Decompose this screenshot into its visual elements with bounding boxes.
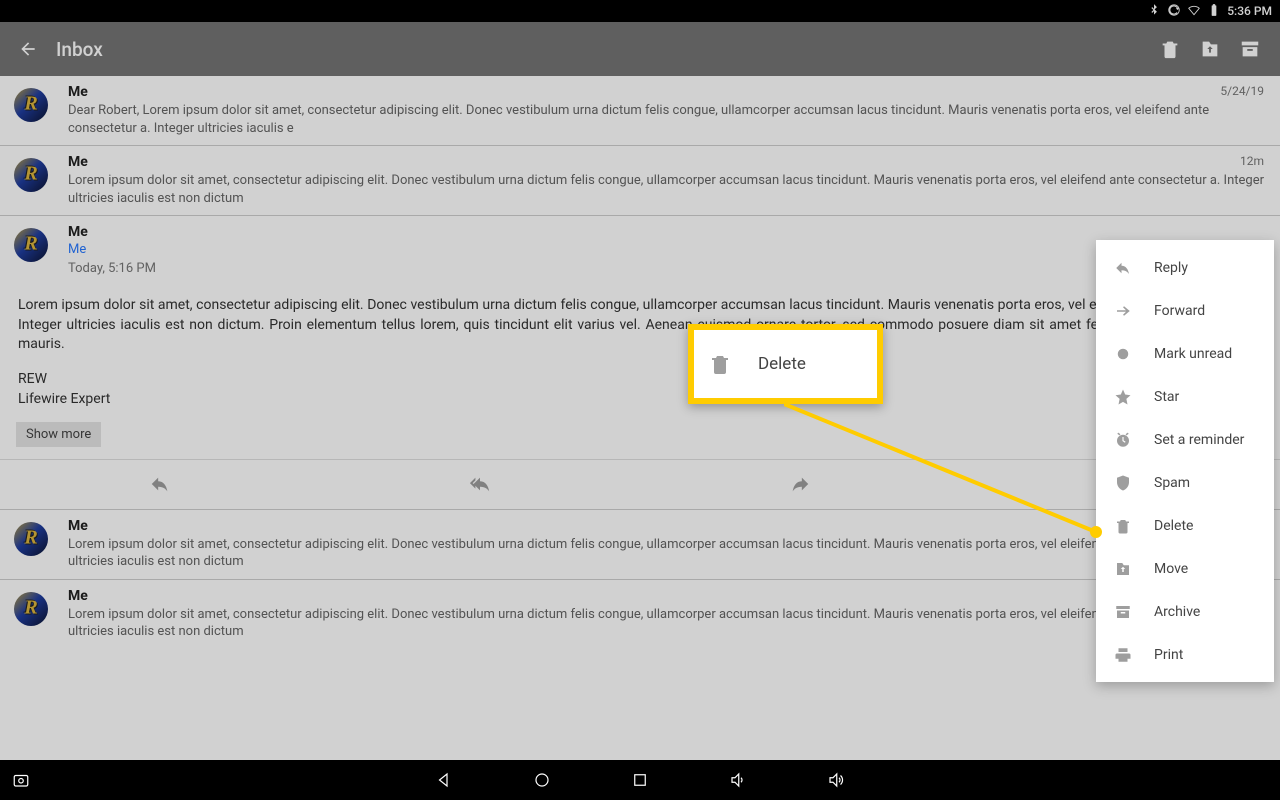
circle-icon [1112, 345, 1134, 363]
message-preview: Lorem ipsum dolor sit amet, consectetur … [68, 606, 1266, 641]
recipient: Me [68, 242, 1266, 257]
menu-move[interactable]: Move [1096, 547, 1274, 590]
message-date: Today, 5:16 PM [68, 261, 1266, 276]
avatar [14, 88, 48, 122]
message-list: Me Dear Robert, Lorem ipsum dolor sit am… [0, 76, 1280, 760]
menu-label: Spam [1154, 475, 1190, 491]
nav-volume-down-button[interactable] [729, 771, 747, 789]
toolbar-move-button[interactable] [1190, 29, 1230, 69]
avatar [14, 158, 48, 192]
callout-label: Delete [758, 354, 806, 374]
menu-reminder[interactable]: Set a reminder [1096, 418, 1274, 461]
forward-icon [1112, 302, 1134, 320]
nav-bar [0, 760, 1280, 800]
menu-label: Set a reminder [1154, 432, 1244, 448]
menu-archive[interactable]: Archive [1096, 590, 1274, 633]
menu-reply[interactable]: Reply [1096, 246, 1274, 289]
menu-label: Star [1154, 389, 1179, 405]
back-button[interactable] [10, 39, 46, 59]
star-icon [1112, 388, 1134, 406]
message-preview: Lorem ipsum dolor sit amet, consectetur … [68, 172, 1266, 207]
sender-name: Me [68, 154, 1266, 170]
toolbar-delete-button[interactable] [1150, 29, 1190, 69]
clock-icon [1112, 431, 1134, 449]
signature-line: Lifewire Expert [18, 389, 1262, 409]
toolbar-archive-button[interactable] [1230, 29, 1270, 69]
message-row[interactable]: Me Lorem ipsum dolor sit amet, consectet… [0, 580, 1280, 649]
message-preview: Lorem ipsum dolor sit amet, consectetur … [68, 536, 1266, 571]
menu-print[interactable]: Print [1096, 633, 1274, 676]
menu-forward[interactable]: Forward [1096, 289, 1274, 332]
forward-button[interactable] [640, 460, 960, 509]
avatar [14, 522, 48, 556]
message-time: 12m [1240, 154, 1264, 168]
message-row[interactable]: Me Lorem ipsum dolor sit amet, consectet… [0, 510, 1280, 580]
menu-delete[interactable]: Delete [1096, 504, 1274, 547]
signature-line: REW [18, 369, 1262, 389]
menu-label: Mark unread [1154, 346, 1232, 362]
nav-recent-button[interactable] [631, 771, 649, 789]
message-time: 5/24/19 [1220, 84, 1264, 98]
show-more-button[interactable]: Show more [16, 422, 101, 447]
menu-mark-unread[interactable]: Mark unread [1096, 332, 1274, 375]
nav-back-button[interactable] [435, 771, 453, 789]
signature: REW Lifewire Expert [0, 363, 1280, 422]
sync-icon [1167, 3, 1181, 20]
nav-home-button[interactable] [533, 771, 551, 789]
reply-all-button[interactable] [320, 460, 640, 509]
bluetooth-icon [1147, 3, 1161, 20]
menu-label: Archive [1154, 604, 1200, 620]
menu-label: Delete [1154, 518, 1193, 534]
menu-label: Print [1154, 647, 1183, 663]
shield-icon [1112, 474, 1134, 492]
menu-spam[interactable]: Spam [1096, 461, 1274, 504]
menu-label: Move [1154, 561, 1188, 577]
message-preview: Dear Robert, Lorem ipsum dolor sit amet,… [68, 102, 1266, 137]
wifi-icon [1187, 3, 1201, 20]
menu-label: Reply [1154, 260, 1188, 276]
reply-button[interactable] [0, 460, 320, 509]
sender-name: Me [68, 588, 1266, 604]
message-row[interactable]: Me Dear Robert, Lorem ipsum dolor sit am… [0, 76, 1280, 146]
sender-name: Me [68, 84, 1266, 100]
app-bar: Inbox [0, 22, 1280, 76]
sender-name: Me [68, 224, 1266, 240]
print-icon [1112, 646, 1134, 664]
folder-move-icon [1112, 560, 1134, 578]
nav-volume-up-button[interactable] [827, 771, 845, 789]
battery-icon [1207, 3, 1221, 20]
message-row[interactable]: Me Lorem ipsum dolor sit amet, consectet… [0, 146, 1280, 216]
clock: 5:36 PM [1227, 4, 1272, 18]
message-body: Lorem ipsum dolor sit amet, consectetur … [0, 286, 1280, 363]
context-menu: Reply Forward Mark unread Star Set a rem… [1096, 240, 1274, 682]
archive-icon [1112, 603, 1134, 621]
trash-icon [1112, 517, 1134, 535]
trash-icon [708, 352, 732, 376]
avatar [14, 592, 48, 626]
app-title: Inbox [56, 38, 103, 61]
status-bar: 5:36 PM [0, 0, 1280, 22]
screenshot-button[interactable] [12, 771, 30, 789]
expanded-message: Me Me Today, 5:16 PM Lorem ipsum dolor s… [0, 216, 1280, 509]
menu-star[interactable]: Star [1096, 375, 1274, 418]
avatar [14, 228, 48, 262]
reply-icon [1112, 259, 1134, 277]
callout-highlight: Delete [688, 324, 883, 404]
sender-name: Me [68, 518, 1266, 534]
menu-label: Forward [1154, 303, 1205, 319]
message-actions [0, 459, 1280, 509]
